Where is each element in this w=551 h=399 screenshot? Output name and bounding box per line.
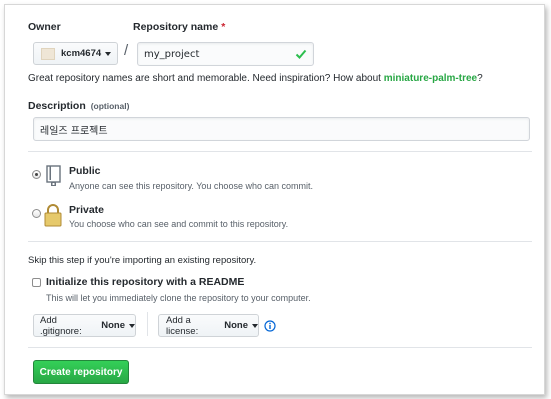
required-mark: *: [221, 21, 226, 33]
public-description: Anyone can see this repository. You choo…: [69, 181, 313, 191]
readme-checkbox[interactable]: [32, 278, 41, 287]
private-description: You choose who can see and commit to thi…: [69, 219, 289, 229]
lock-icon: [44, 203, 62, 232]
description-input[interactable]: 레일즈 프로젝트: [33, 117, 530, 141]
chevron-down-icon: [252, 323, 258, 328]
repo-name-label-text: Repository name: [133, 21, 219, 33]
repo-public-icon: [45, 165, 63, 192]
divider: [28, 241, 532, 242]
gitignore-select[interactable]: Add .gitignore: None: [33, 314, 136, 337]
suggestion-text: Great repository names are short and mem…: [28, 73, 384, 84]
owner-username: kcm4674: [61, 48, 102, 59]
owner-repo-separator: /: [124, 42, 129, 59]
owner-label: Owner: [28, 21, 61, 33]
description-label-text: Description: [28, 100, 86, 112]
description-label: Description (optional): [28, 100, 129, 112]
chevron-down-icon: [129, 323, 135, 328]
public-title: Public: [69, 165, 101, 177]
license-value: None: [224, 320, 248, 331]
private-title: Private: [69, 204, 105, 216]
avatar: [41, 47, 55, 60]
suggestion-end: ?: [477, 73, 483, 84]
gitignore-label: Add .gitignore:: [40, 314, 82, 337]
gitignore-value: None: [101, 320, 125, 331]
create-repository-button[interactable]: Create repository: [33, 360, 129, 384]
private-radio[interactable]: [32, 209, 41, 218]
divider: [28, 347, 532, 348]
description-value: 레일즈 프로젝트: [40, 125, 108, 137]
vertical-divider: [147, 312, 148, 336]
create-repo-form: Owner kcm4674 / Repository name * my_proj…: [4, 4, 545, 395]
optional-note: (optional): [90, 101, 130, 111]
name-suggestion: Great repository names are short and mem…: [28, 73, 483, 84]
info-icon[interactable]: [264, 319, 276, 337]
readme-label[interactable]: Initialize this repository with a README: [46, 276, 244, 288]
divider: [28, 151, 532, 152]
license-label: Add a license:: [166, 314, 199, 337]
repo-name-input[interactable]: my_project: [137, 42, 314, 66]
chevron-down-icon: [105, 51, 112, 56]
readme-description: This will let you immediately clone the …: [46, 293, 311, 303]
license-select[interactable]: Add a license: None: [158, 314, 259, 337]
check-icon: [295, 48, 307, 63]
suggested-name-link[interactable]: miniature-palm-tree: [384, 73, 477, 84]
owner-select[interactable]: kcm4674: [33, 42, 118, 65]
skip-note: Skip this step if you're importing an ex…: [28, 255, 257, 266]
public-radio[interactable]: [32, 170, 41, 179]
repo-name-value: my_project: [144, 48, 200, 60]
repo-name-label: Repository name *: [133, 21, 225, 33]
